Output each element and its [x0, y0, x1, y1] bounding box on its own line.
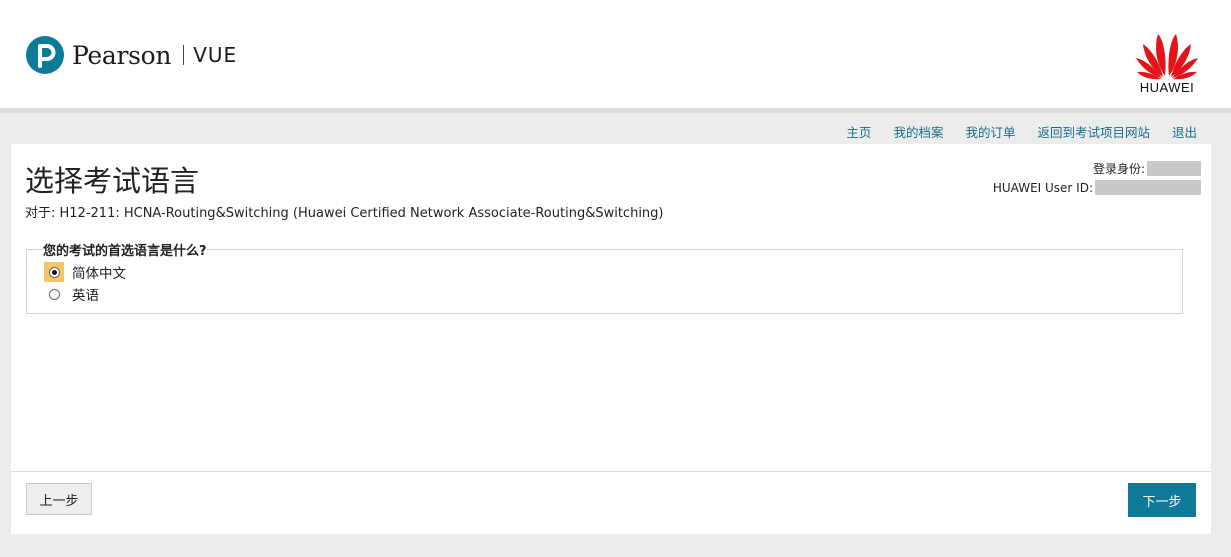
content-panel: 选择考试语言 对于: H12-211: HCNA-Routing&Switchi… [11, 144, 1211, 534]
redacted-username [1147, 161, 1201, 176]
radio-english[interactable] [48, 288, 60, 300]
pearson-vue-logo: Pearson VUE [26, 34, 237, 76]
brand-name: Pearson [72, 40, 172, 70]
nav-return-to-program-link[interactable]: 返回到考试项目网站 [1037, 122, 1150, 141]
option-label: 英语 [72, 288, 99, 304]
footer-divider [11, 471, 1211, 472]
next-button[interactable]: 下一步 [1128, 483, 1196, 517]
top-navigation: 主页 我的档案 我的订单 返回到考试项目网站 退出 [846, 122, 1197, 141]
huawei-flower-icon [1136, 34, 1198, 80]
site-header: Pearson VUE HUAWEI [0, 0, 1231, 113]
brand-divider [183, 45, 185, 65]
pearson-p-icon [26, 36, 64, 74]
language-question: 您的考试的首选语言是什么? [43, 244, 207, 259]
nav-logout-link[interactable]: 退出 [1172, 122, 1197, 141]
language-fieldset: 您的考试的首选语言是什么? 简体中文 英语 [26, 240, 1183, 314]
huawei-wordmark: HUAWEI [1139, 80, 1195, 95]
user-id-label: HUAWEI User ID: [992, 180, 1093, 195]
redacted-user-id [1095, 180, 1201, 195]
identity-block: 登录身份: HUAWEI User ID: [993, 160, 1201, 198]
exam-description: 对于: H12-211: HCNA-Routing&Switching (Hua… [25, 206, 664, 221]
option-english[interactable]: 英语 [43, 283, 1182, 305]
page-title: 选择考试语言 [25, 164, 200, 198]
logged-in-row: 登录身份: [993, 160, 1201, 177]
huawei-logo: HUAWEI [1134, 32, 1200, 98]
nav-my-profile-link[interactable]: 我的档案 [893, 122, 943, 141]
logged-in-label: 登录身份: [1092, 162, 1145, 176]
nav-home-link[interactable]: 主页 [846, 122, 871, 141]
radio-wrapper [44, 284, 64, 304]
radio-simplified-chinese[interactable] [48, 266, 60, 278]
nav-my-orders-link[interactable]: 我的订单 [965, 122, 1015, 141]
radio-focus-highlight [44, 262, 64, 282]
user-id-row: HUAWEI User ID: [993, 179, 1201, 196]
option-simplified-chinese[interactable]: 简体中文 [43, 261, 1182, 283]
option-label: 简体中文 [72, 266, 126, 282]
radio-selected-dot [51, 269, 57, 275]
brand-product: VUE [193, 43, 238, 67]
back-button[interactable]: 上一步 [26, 483, 92, 515]
